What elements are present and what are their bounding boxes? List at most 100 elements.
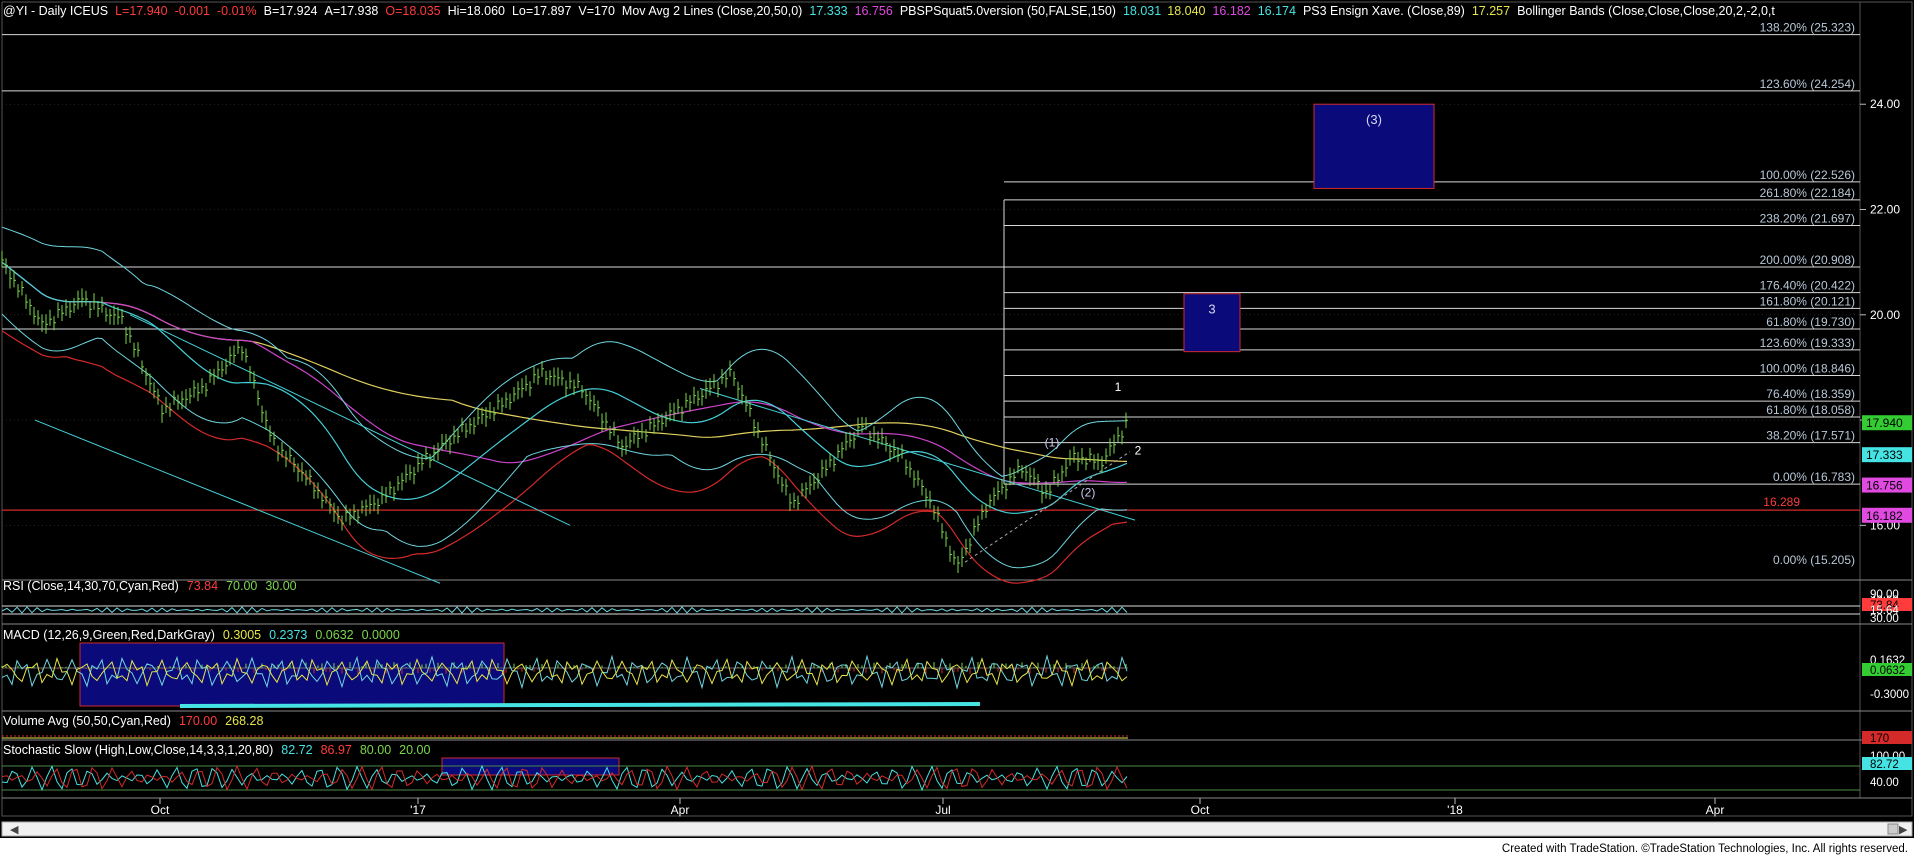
header-segment: Bollinger Bands (Close,Close,Close,20,2,… <box>1517 4 1775 18</box>
header-segment: 18.031 <box>1123 4 1161 18</box>
stochastic-title: Stochastic Slow (High,Low,Close,14,3,3,1… <box>3 743 430 757</box>
rsi-title-value: 70.00 <box>226 579 257 593</box>
price-bars <box>1 250 1128 574</box>
wave-label: (2) <box>1081 485 1096 499</box>
scroll-thumb[interactable] <box>1887 823 1899 835</box>
price-tag-label: 16.182 <box>1866 509 1903 523</box>
ma20-line <box>1 261 1128 514</box>
header-segment: 16.174 <box>1258 4 1296 18</box>
x-tick-label: Oct <box>1191 803 1210 817</box>
fib-label: 0.00% (16.783) <box>1773 470 1855 484</box>
x-tick-label: Jul <box>935 803 950 817</box>
scroll-right-arrow-icon[interactable]: ▶ <box>1899 824 1908 836</box>
scroll-left-arrow-icon[interactable]: ◀ <box>10 824 19 836</box>
x-tick-label: '18 <box>1447 803 1463 817</box>
header-segment: PBSPSquat5.0version (50,FALSE,150) <box>900 4 1116 18</box>
header-segment: -0.001 <box>175 4 210 18</box>
header-segment: 16.756 <box>855 4 893 18</box>
header-segment: Mov Avg 2 Lines (Close,20,50,0) <box>622 4 802 18</box>
header-segment: 16.182 <box>1212 4 1250 18</box>
price-tag-label: 17.940 <box>1866 416 1903 430</box>
macd-title-value: 0.2373 <box>269 628 307 642</box>
macd-axis-label: -0.3000 <box>1870 689 1909 701</box>
chart-canvas: @YI - Daily ICEUS L=17.940 -0.001 -0.01% B=1… <box>0 1 1914 856</box>
header-segment: Lo=17.897 <box>512 4 571 18</box>
bollinger-upper <box>1 226 1128 477</box>
macd-title-name: MACD (12,26,9,Green,Red,DarkGray) <box>3 628 215 642</box>
wave-annotations: (3) 3 1 2 (1) (2) <box>1045 103 1435 499</box>
rsi-axis-label: 30.00 <box>1870 613 1899 625</box>
fib-label: 61.80% (19.730) <box>1766 315 1855 329</box>
x-tick-label: Oct <box>151 803 170 817</box>
footer-credit: Created with TradeStation. ©TradeStation… <box>1502 843 1908 855</box>
rsi-title-value: 30.00 <box>265 579 296 593</box>
rsi-title-value: 73.84 <box>187 579 218 593</box>
fib-label: 38.20% (17.571) <box>1766 429 1855 443</box>
header-segment: Hi=18.060 <box>448 4 505 18</box>
y-tick-label: 24.00 <box>1870 97 1900 111</box>
header-segment: 17.257 <box>1472 4 1510 18</box>
rsi-title: RSI (Close,14,30,70,Cyan,Red) 73.84 70.00 3… <box>3 579 297 593</box>
fib-label: 123.60% (24.254) <box>1760 77 1855 91</box>
fibonacci-levels: 138.20% (25.323) 123.60% (24.254) 100.00% … <box>2 21 1860 567</box>
fib-label: 161.80% (20.121) <box>1760 294 1855 308</box>
header-segment: A=17.938 <box>325 4 379 18</box>
fib-label: 76.40% (18.359) <box>1766 387 1855 401</box>
header-segment: 17.333 <box>809 4 847 18</box>
macd-divergence-line <box>179 702 981 708</box>
fib-label: 100.00% (18.846) <box>1760 362 1855 376</box>
time-axis: Oct '17 Apr Jul Oct '18 Apr <box>151 798 1725 817</box>
x-tick-label: '17 <box>410 803 426 817</box>
target-box-label: 3 <box>1208 302 1215 317</box>
stochastic-title-value: 82.72 <box>281 743 312 757</box>
trend-channel-line <box>34 419 441 584</box>
target-box-label: (3) <box>1366 112 1382 127</box>
price-tag-label: 16.756 <box>1866 479 1903 493</box>
header-segment: O=18.035 <box>385 4 440 18</box>
wave-label: (1) <box>1045 435 1060 449</box>
macd-axis-label: 0.0632 <box>1870 665 1905 677</box>
fib-label: 261.80% (22.184) <box>1760 186 1855 200</box>
macd-title: MACD (12,26,9,Green,Red,DarkGray) 0.3005 0… <box>3 628 400 642</box>
rsi-panel: RSI (Close,14,30,70,Cyan,Red) 73.84 70.00 3… <box>1 579 1912 625</box>
price-axis: 16.0018.0020.0022.0024.0017.94017.33316.… <box>1860 97 1912 532</box>
fib-label: 123.60% (19.333) <box>1760 336 1855 350</box>
header-segment: L=17.940 <box>115 4 168 18</box>
volume-title-value: 170.00 <box>179 714 217 728</box>
stoch-axis-label: 40.00 <box>1870 777 1899 789</box>
macd-panel: MACD (12,26,9,Green,Red,DarkGray) 0.3005 0… <box>1 628 1912 708</box>
header-segment: @YI - Daily ICEUS <box>3 4 108 18</box>
macd-title-value: 0.0632 <box>315 628 353 642</box>
ma50-line <box>1 261 1128 484</box>
fib-label: 138.20% (25.323) <box>1760 21 1855 35</box>
volume-axis-label: 170 <box>1870 733 1889 745</box>
y-tick-label: 20.00 <box>1870 308 1900 322</box>
header-segment: -0.01% <box>217 4 257 18</box>
red-level-label: 16.289 <box>1763 495 1800 509</box>
fib-label: 176.40% (20.422) <box>1760 279 1855 293</box>
stochastic-title-value: 20.00 <box>399 743 430 757</box>
stochastic-title-value: 80.00 <box>360 743 391 757</box>
stochastic-title-value: 86.97 <box>321 743 352 757</box>
macd-title-value: 0.3005 <box>223 628 261 642</box>
header-segment: PS3 Ensign Xave. (Close,89) <box>1303 4 1465 18</box>
bollinger-lower <box>1 313 1128 569</box>
volume-title-name: Volume Avg (50,50,Cyan,Red) <box>3 714 171 728</box>
horizontal-scrollbar[interactable] <box>1 821 1913 837</box>
trend-channel-line <box>129 314 571 526</box>
fib-label: 238.20% (21.697) <box>1760 211 1855 225</box>
fib-label: 0.00% (15.205) <box>1773 553 1855 567</box>
price-tag-label: 17.333 <box>1866 448 1903 462</box>
rsi-title-name: RSI (Close,14,30,70,Cyan,Red) <box>3 579 179 593</box>
stoch-axis-label: 82.72 <box>1870 759 1899 771</box>
header-segment: V=170 <box>578 4 615 18</box>
fib-label: 100.00% (22.526) <box>1760 168 1855 182</box>
macd-title-value: 0.0000 <box>362 628 400 642</box>
price-indicators <box>1 226 1136 584</box>
x-tick-label: Apr <box>1706 803 1725 817</box>
grid-layer <box>2 103 1860 526</box>
wave-label: 1 <box>1115 380 1122 394</box>
header-segment: B=17.924 <box>264 4 318 18</box>
chart-header: @YI - Daily ICEUS L=17.940 -0.001 -0.01% B=1… <box>3 4 1775 18</box>
xave-line <box>1 261 1128 462</box>
